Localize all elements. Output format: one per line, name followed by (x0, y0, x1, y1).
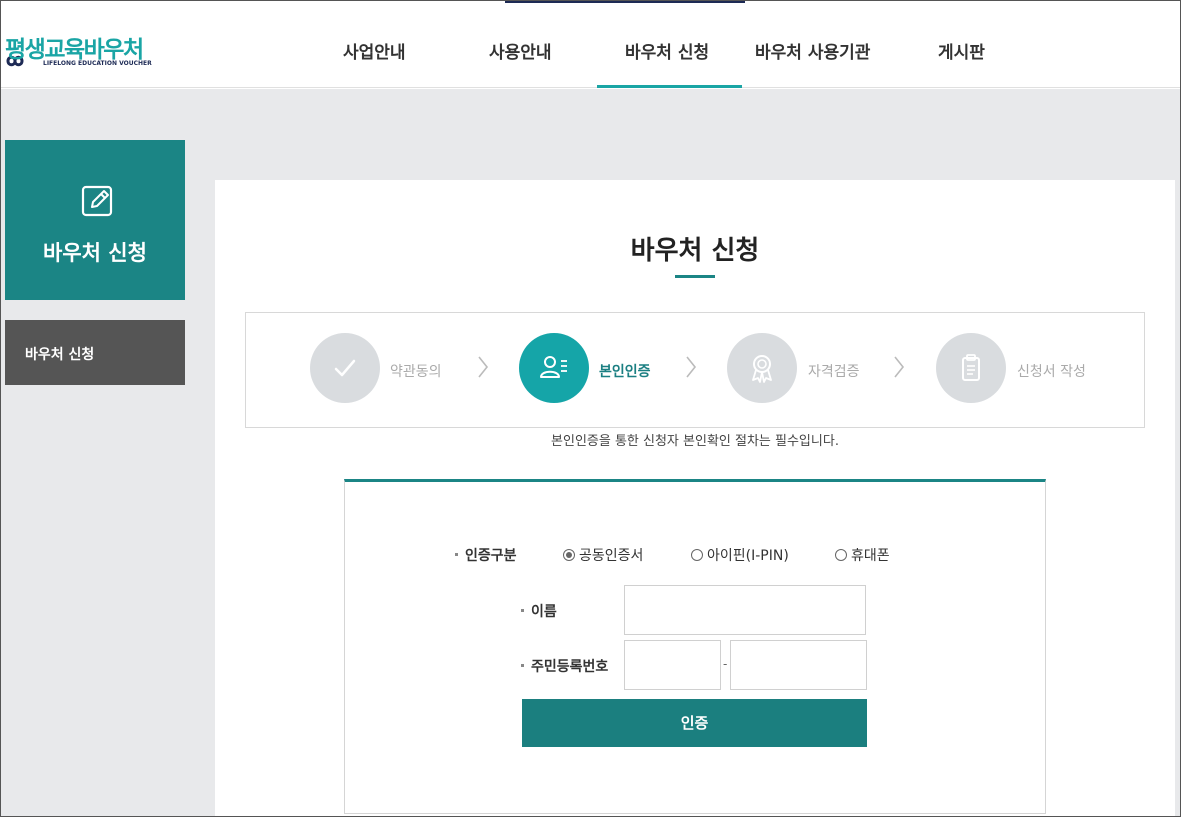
rrn-back-input[interactable] (730, 640, 867, 690)
site-logo[interactable]: 평생교육바우처 LIFELONG EDUCATION VOUCHER (5, 30, 152, 72)
page-title: 바우처 신청 (630, 236, 760, 266)
chevron-right-icon (478, 356, 489, 378)
step-identity-circle (519, 333, 589, 403)
radio-unselected-icon (691, 549, 703, 561)
sidebar-item-voucher-apply[interactable]: 바우처 신청 (5, 320, 185, 385)
step-progress: 약관동의 본인인증 자격검증 신청서 작성 (245, 312, 1145, 428)
radio-certificate[interactable]: 공동인증서 (563, 545, 643, 565)
identity-notice: 본인인증을 통한 신청자 본인확인 절차는 필수입니다. (551, 434, 839, 449)
edit-icon (81, 185, 113, 217)
identity-form: 인증구분 공동인증서 아이핀(I-PIN) 휴대폰 이름 주민등록번호 - 인증 (344, 479, 1046, 814)
nav-board[interactable]: 게시판 (938, 38, 985, 63)
logo-text: 평생교육바우처 (5, 37, 144, 63)
step-application-label: 신청서 작성 (1017, 364, 1086, 380)
main-content: 바우처 신청 약관동의 본인인증 자격검증 신청서 작성 본인인증을 통한 신청… (215, 180, 1175, 817)
name-label: 이름 (521, 601, 557, 621)
radio-ipin[interactable]: 아이핀(I-PIN) (691, 545, 789, 565)
nav-voucher-institutions[interactable]: 바우처 사용기관 (755, 38, 870, 63)
rrn-label: 주민등록번호 (521, 656, 608, 676)
radio-unselected-icon (835, 549, 847, 561)
nav-usage-info[interactable]: 사용안내 (489, 38, 552, 63)
authenticate-button[interactable]: 인증 (522, 699, 867, 747)
rrn-front-input[interactable] (624, 640, 721, 690)
sidebar-title: 바우처 신청 (43, 241, 147, 265)
step-application-circle (936, 333, 1006, 403)
top-accent-line (505, 0, 745, 3)
award-icon (752, 355, 772, 383)
sidebar-title-box: 바우처 신청 (5, 140, 185, 300)
bullet-icon (521, 608, 524, 612)
name-input[interactable] (624, 585, 866, 635)
step-terms-circle (310, 333, 380, 403)
auth-type-label: 인증구분 (455, 545, 517, 565)
user-id-icon (540, 356, 567, 378)
site-header: 평생교육바우처 LIFELONG EDUCATION VOUCHER 사업안내 … (0, 0, 1181, 88)
chevron-right-icon (686, 356, 697, 378)
nav-voucher-apply[interactable]: 바우처 신청 (625, 38, 709, 63)
clipboard-icon (962, 354, 980, 381)
step-qualification-circle (727, 333, 797, 403)
logo-subtext: LIFELONG EDUCATION VOUCHER (43, 60, 152, 67)
bullet-icon (521, 663, 524, 667)
nav-business-info[interactable]: 사업안내 (343, 38, 406, 63)
bullet-icon (455, 552, 458, 556)
step-qualification-label: 자격검증 (808, 364, 860, 380)
radio-phone[interactable]: 휴대폰 (835, 545, 890, 565)
check-icon (334, 359, 356, 377)
sidebar-item-label: 바우처 신청 (25, 347, 95, 363)
nav-active-indicator (597, 85, 742, 88)
step-identity-label: 본인인증 (599, 364, 651, 380)
chevron-right-icon (894, 356, 905, 378)
title-underline (675, 275, 715, 278)
rrn-separator: - (723, 657, 728, 671)
step-terms-label: 약관동의 (390, 364, 442, 380)
radio-selected-icon (563, 549, 575, 561)
